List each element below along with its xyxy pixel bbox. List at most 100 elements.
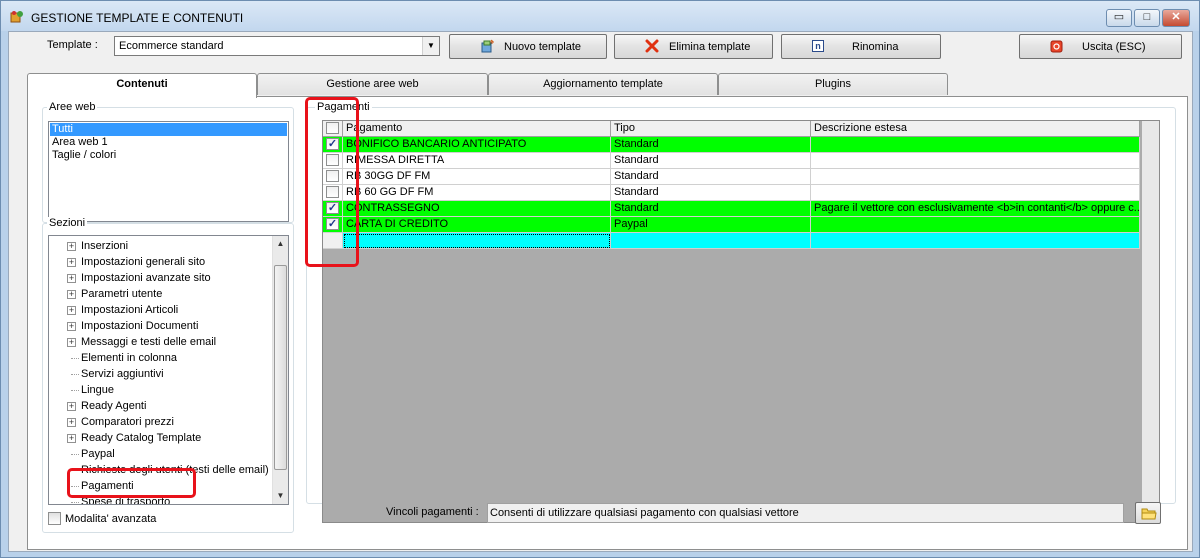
template-select-value: Ecommerce standard xyxy=(119,40,224,52)
table-row[interactable]: ✓ CONTRASSEGNO Standard Pagare il vettore c… xyxy=(323,201,1140,217)
expand-icon[interactable]: + xyxy=(67,306,76,315)
tab-gestione-aree-web[interactable]: Gestione aree web xyxy=(257,73,488,95)
descrizione-cell[interactable]: Pagare il vettore con esclusivamente <b>… xyxy=(811,201,1140,217)
tipo-cell[interactable]: Standard xyxy=(611,153,811,169)
vincoli-browse-button[interactable] xyxy=(1135,502,1161,524)
column-header[interactable]: Tipo xyxy=(611,121,811,137)
pagamenti-grid: Pagamento Tipo Descrizione estesa ✓ BONIF… xyxy=(322,120,1160,523)
minimize-button[interactable]: ▭ xyxy=(1106,9,1132,27)
tab-label: Contenuti xyxy=(116,78,168,90)
list-item[interactable]: Tutti xyxy=(50,123,287,136)
scroll-down-icon[interactable]: ▼ xyxy=(273,488,288,504)
expand-icon[interactable]: + xyxy=(67,242,76,251)
pagamento-cell[interactable]: RB 60 GG DF FM xyxy=(343,185,611,201)
list-item[interactable]: Taglie / colori xyxy=(50,149,287,162)
tree-item-label: Messaggi e testi delle email xyxy=(81,336,217,348)
tab-contenuti[interactable]: Contenuti xyxy=(27,73,257,98)
descrizione-cell[interactable] xyxy=(811,217,1140,233)
descrizione-cell[interactable] xyxy=(811,185,1140,201)
expand-icon[interactable]: + xyxy=(67,418,76,427)
vincoli-value: Consenti di utilizzare qualsiasi pagamen… xyxy=(490,507,799,519)
vincoli-field[interactable]: Consenti di utilizzare qualsiasi pagamen… xyxy=(487,503,1124,523)
delete-template-button[interactable]: Elimina template xyxy=(614,34,773,59)
table-row[interactable]: RB 60 GG DF FM Standard xyxy=(323,185,1140,201)
rename-icon: n xyxy=(812,40,824,52)
expand-icon[interactable]: + xyxy=(67,434,76,443)
exit-label: Uscita (ESC) xyxy=(1082,41,1146,53)
tab-label: Plugins xyxy=(814,78,852,90)
expand-icon[interactable]: + xyxy=(67,290,76,299)
table-row[interactable]: ✓ BONIFICO BANCARIO ANTICIPATO Standard xyxy=(323,137,1140,153)
pagamento-cell[interactable]: RB 30GG DF FM xyxy=(343,169,611,185)
tipo-cell[interactable]: Standard xyxy=(611,201,811,217)
exit-button[interactable]: Uscita (ESC) xyxy=(1019,34,1182,59)
tree-item-label: Elementi in colonna xyxy=(81,352,178,364)
tree-connector xyxy=(71,390,79,391)
tree-item-label: Impostazioni generali sito xyxy=(81,256,206,268)
pagamento-cell[interactable]: RIMESSA DIRETTA xyxy=(343,153,611,169)
new-row-pagamento-cell[interactable] xyxy=(343,233,611,249)
expand-icon[interactable]: + xyxy=(67,258,76,267)
tree-connector xyxy=(71,374,79,375)
new-row-tipo-cell[interactable] xyxy=(611,233,811,249)
tipo-cell[interactable]: Standard xyxy=(611,185,811,201)
rename-button[interactable]: n Rinomina xyxy=(781,34,941,59)
window-title: GESTIONE TEMPLATE E CONTENUTI xyxy=(31,11,244,25)
maximize-button[interactable]: □ xyxy=(1134,9,1160,27)
list-item[interactable]: Area web 1 xyxy=(50,136,287,149)
pagamento-cell[interactable]: BONIFICO BANCARIO ANTICIPATO xyxy=(343,137,611,153)
delete-template-label: Elimina template xyxy=(669,41,751,53)
pagamento-cell[interactable]: CONTRASSEGNO xyxy=(343,201,611,217)
client-area: Template : Ecommerce standard ▼ Nuovo te… xyxy=(8,31,1193,552)
highlight-checkbox-column xyxy=(305,97,359,267)
chevron-down-icon[interactable]: ▼ xyxy=(422,37,439,55)
sezioni-tree[interactable]: + Inserzioni + Impostazioni generali sito + I… xyxy=(48,235,289,505)
highlight-pagamenti-section xyxy=(67,468,196,498)
tab-aggiornamento-template[interactable]: Aggiornamento template xyxy=(488,73,718,95)
tab-label: Aggiornamento template xyxy=(543,78,663,90)
tab-plugins[interactable]: Plugins xyxy=(718,73,948,95)
template-label: Template : xyxy=(47,39,98,51)
modalita-avanzata-checkbox[interactable] xyxy=(48,512,61,525)
table-row[interactable]: ✓ CARTA DI CREDITO Paypal xyxy=(323,217,1140,233)
tree-item-label: Ready Catalog Template xyxy=(81,432,202,444)
scroll-thumb[interactable] xyxy=(274,265,287,470)
tipo-cell[interactable]: Standard xyxy=(611,137,811,153)
aree-web-list[interactable]: Tutti Area web 1 Taglie / colori xyxy=(48,121,289,222)
close-button[interactable]: ✕ xyxy=(1162,9,1190,27)
table-row[interactable]: RB 30GG DF FM Standard xyxy=(323,169,1140,185)
tree-scrollbar[interactable]: ▲ ▼ xyxy=(272,236,288,504)
folder-icon xyxy=(1141,508,1157,520)
column-header[interactable]: Descrizione estesa xyxy=(811,121,1140,137)
tree-item-label: Inserzioni xyxy=(81,240,129,252)
new-row-descrizione-cell[interactable] xyxy=(811,233,1140,249)
table-header: Pagamento Tipo Descrizione estesa xyxy=(323,121,1140,137)
minimize-icon: ▭ xyxy=(1113,11,1125,23)
expand-icon[interactable]: + xyxy=(67,274,76,283)
tree-item-label: Lingue xyxy=(81,384,115,396)
pagamento-cell[interactable]: CARTA DI CREDITO xyxy=(343,217,611,233)
scroll-up-icon[interactable]: ▲ xyxy=(273,236,288,252)
new-template-button[interactable]: Nuovo template xyxy=(449,34,607,59)
tree-connector xyxy=(71,454,79,455)
expand-icon[interactable]: + xyxy=(67,402,76,411)
expand-icon[interactable]: + xyxy=(67,338,76,347)
close-icon: ✕ xyxy=(1171,11,1181,23)
column-header[interactable]: Pagamento xyxy=(343,121,611,137)
descrizione-cell[interactable] xyxy=(811,153,1140,169)
tipo-cell[interactable]: Standard xyxy=(611,169,811,185)
grid-scrollbar-area xyxy=(1142,121,1159,522)
tree-item-label: Paypal xyxy=(81,448,115,460)
table-row[interactable]: RIMESSA DIRETTA Standard xyxy=(323,153,1140,169)
template-select[interactable]: Ecommerce standard ▼ xyxy=(114,36,440,56)
expand-icon[interactable]: + xyxy=(67,322,76,331)
vincoli-label: Vincoli pagamenti : xyxy=(386,506,479,518)
descrizione-cell[interactable] xyxy=(811,169,1140,185)
new-row[interactable] xyxy=(323,233,1140,249)
modalita-avanzata-label: Modalita' avanzata xyxy=(65,513,157,525)
tipo-cell[interactable]: Paypal xyxy=(611,217,811,233)
descrizione-cell[interactable] xyxy=(811,137,1140,153)
tree-item-label: Ready Agenti xyxy=(81,400,147,412)
new-template-label: Nuovo template xyxy=(504,41,582,53)
sezioni-title: Sezioni xyxy=(47,217,88,229)
